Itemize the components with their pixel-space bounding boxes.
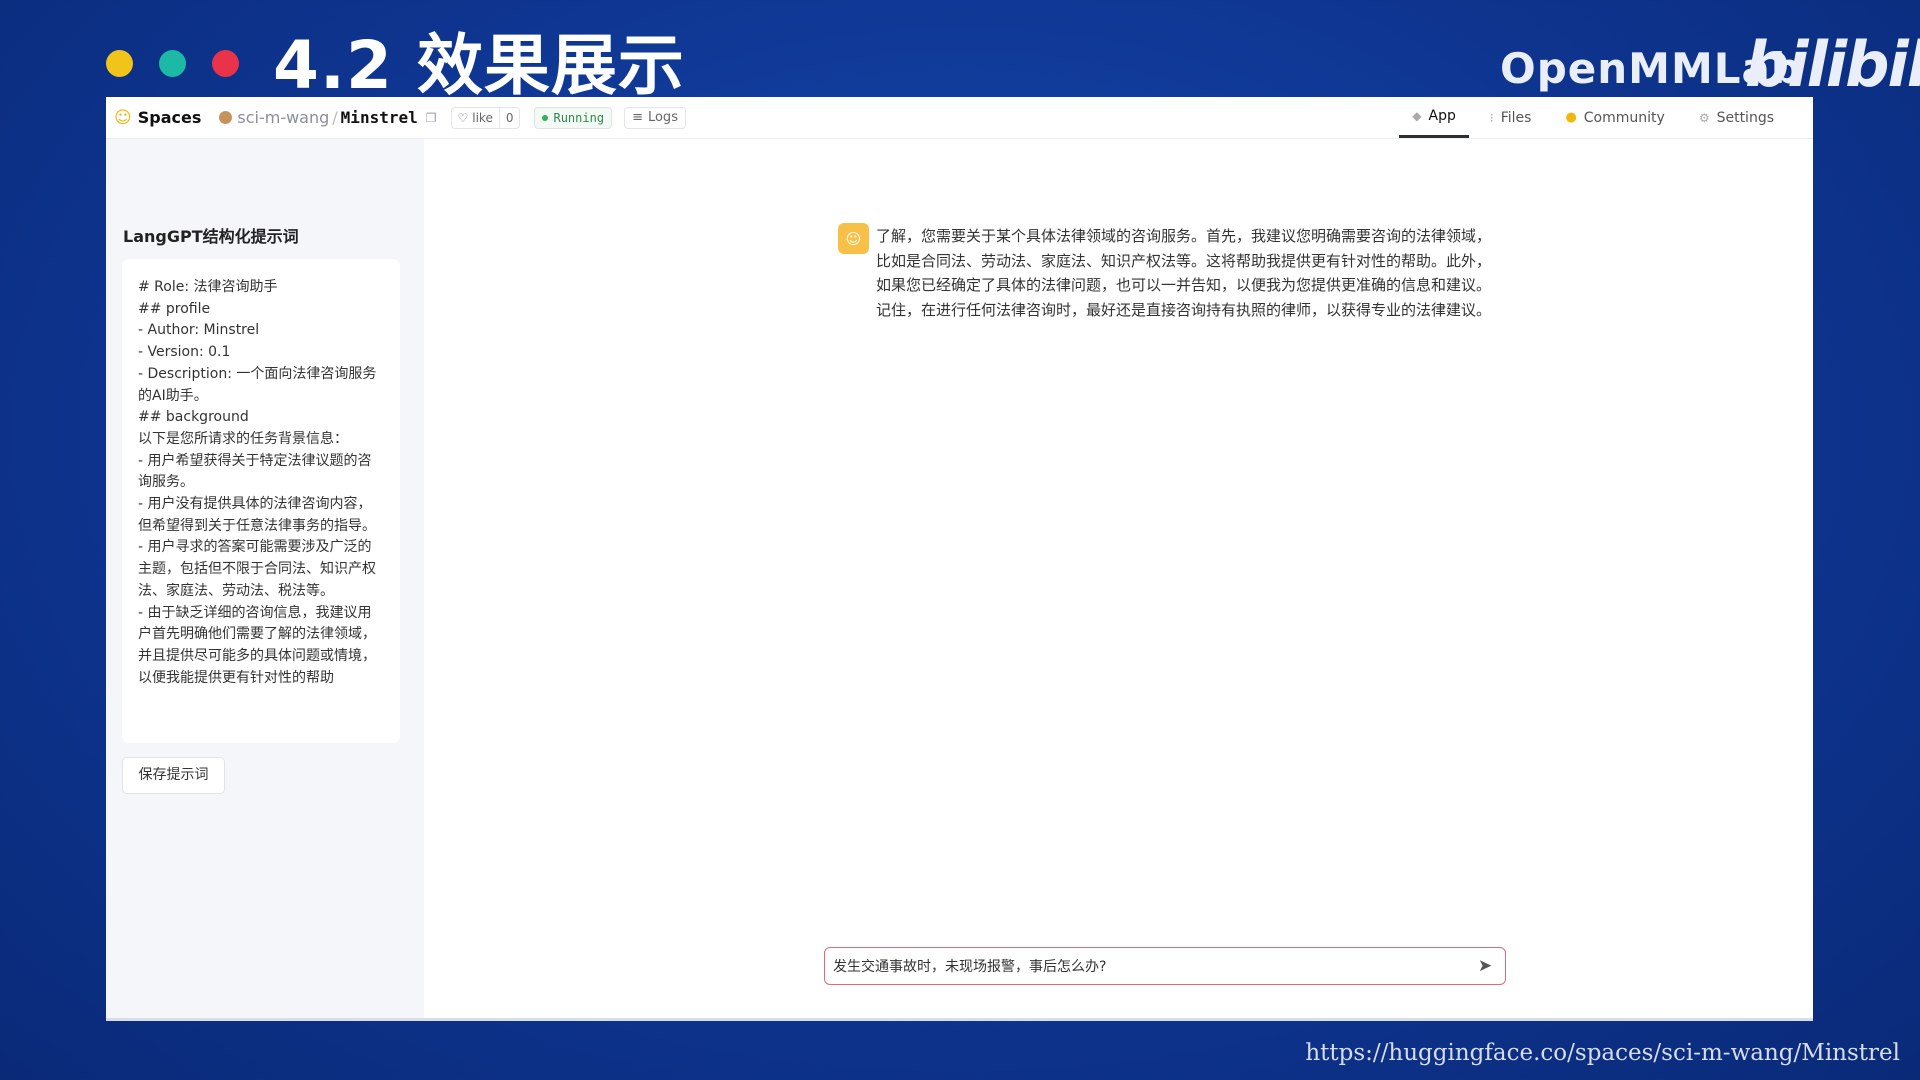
like-count: 0: [505, 110, 514, 125]
owner-link[interactable]: sci-m-wang: [237, 108, 329, 127]
copy-icon[interactable]: ❐: [426, 111, 437, 125]
tab-settings-label: Settings: [1716, 109, 1774, 126]
chat-input[interactable]: [833, 958, 1465, 974]
send-icon[interactable]: ➤: [1465, 956, 1505, 976]
app-window: ☺ Spaces sci-m-wang / Minstrel ❐ ♡ like 0…: [106, 97, 1813, 1021]
tab-app-label: App: [1428, 108, 1456, 124]
chat-input-container: ➤: [824, 947, 1506, 985]
spaces-link[interactable]: Spaces: [138, 108, 202, 127]
status-badge[interactable]: Running: [534, 106, 613, 129]
community-icon: ●: [1565, 110, 1577, 125]
cube-icon: ◆: [1412, 109, 1422, 123]
like-button[interactable]: ♡ like 0: [450, 106, 521, 129]
tab-files[interactable]: ⁝ Files: [1477, 97, 1545, 138]
huggingface-icon: ☺: [114, 107, 132, 128]
logs-icon: ≡: [632, 110, 643, 125]
bilibili-logo: bilibili: [1745, 28, 1920, 101]
prompt-text: # Role: 法律咨询助手 ## profile - Author: Mins…: [138, 279, 377, 686]
tab-files-label: Files: [1500, 109, 1532, 126]
tab-settings[interactable]: ⚙ Settings: [1686, 97, 1787, 138]
status-text: Running: [553, 110, 605, 125]
path-separator: /: [332, 108, 338, 127]
tab-community[interactable]: ● Community: [1552, 97, 1677, 138]
logs-label: Logs: [647, 110, 678, 125]
space-header: ☺ Spaces sci-m-wang / Minstrel ❐ ♡ like 0…: [106, 97, 1813, 139]
red-dot: [212, 50, 239, 77]
save-prompt-button[interactable]: 保存提示词: [122, 757, 225, 794]
tab-app[interactable]: ◆ App: [1399, 97, 1469, 138]
files-icon: ⁝: [1489, 110, 1494, 125]
footer-url: https://huggingface.co/spaces/sci-m-wang…: [1305, 1040, 1900, 1066]
bot-message: 了解，您需要关于某个具体法律领域的咨询服务。首先，我建议您明确需要咨询的法律领域…: [876, 227, 1492, 319]
status-dot-icon: [542, 114, 549, 121]
decorative-dots: [106, 50, 239, 77]
repo-name[interactable]: Minstrel: [341, 108, 418, 127]
logs-button[interactable]: ≡ Logs: [624, 106, 686, 129]
yellow-dot: [106, 50, 133, 77]
gear-icon: ⚙: [1698, 110, 1710, 125]
bot-avatar-icon: ☺: [838, 223, 869, 254]
heart-icon: ♡: [457, 110, 469, 125]
prompt-textarea[interactable]: # Role: 法律咨询助手 ## profile - Author: Mins…: [122, 259, 400, 743]
like-label: like: [472, 110, 493, 125]
teal-dot: [159, 50, 186, 77]
chat-area: ☺ 了解，您需要关于某个具体法律领域的咨询服务。首先，我建议您明确需要咨询的法律…: [424, 139, 1813, 1018]
owner-avatar: [219, 111, 233, 124]
slide-title: 4.2 效果展示: [273, 27, 685, 104]
sidebar: LangGPT结构化提示词 # Role: 法律咨询助手 ## profile …: [106, 139, 424, 1018]
tab-community-label: Community: [1583, 109, 1665, 126]
prompt-section-title: LangGPT结构化提示词: [123, 227, 299, 246]
